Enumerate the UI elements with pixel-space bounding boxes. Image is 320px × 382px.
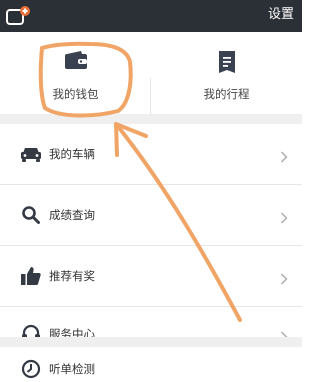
- menu-item-label: 推荐有奖: [49, 269, 95, 283]
- wallet-label: 我的钱包: [52, 87, 99, 101]
- settings-link[interactable]: 设置: [268, 6, 294, 24]
- car-icon: [20, 143, 42, 165]
- menu-item-score-query[interactable]: 成绩查询: [0, 185, 302, 245]
- thumbs-up-icon: [20, 265, 42, 287]
- menu-item-order-detection[interactable]: 听单检测: [0, 347, 302, 382]
- chevron-right-icon: [280, 209, 288, 224]
- search-icon: [20, 204, 42, 226]
- trip-document-icon: [217, 50, 237, 78]
- menu-item-my-vehicle[interactable]: 我的车辆: [0, 124, 302, 184]
- wallet-button[interactable]: 我的钱包: [0, 32, 151, 114]
- menu-item-referral-rewards[interactable]: 推荐有奖: [0, 246, 302, 306]
- section-gap: [0, 114, 302, 124]
- chevron-right-icon: [280, 148, 288, 163]
- wallet-icon: [64, 50, 88, 74]
- menu-item-label: 成绩查询: [49, 208, 95, 222]
- my-trips-button[interactable]: 我的行程: [151, 32, 302, 114]
- menu-item-label: 听单检测: [49, 362, 95, 376]
- quick-actions: 我的钱包 我的行程: [0, 32, 302, 122]
- top-bar: 设置: [0, 0, 302, 32]
- avatar-menu-icon[interactable]: [4, 4, 32, 30]
- section-gap: [0, 337, 302, 347]
- clock-icon: [20, 358, 42, 380]
- menu-item-label: 我的车辆: [49, 147, 95, 161]
- trips-label: 我的行程: [203, 87, 250, 101]
- chevron-right-icon: [280, 270, 288, 285]
